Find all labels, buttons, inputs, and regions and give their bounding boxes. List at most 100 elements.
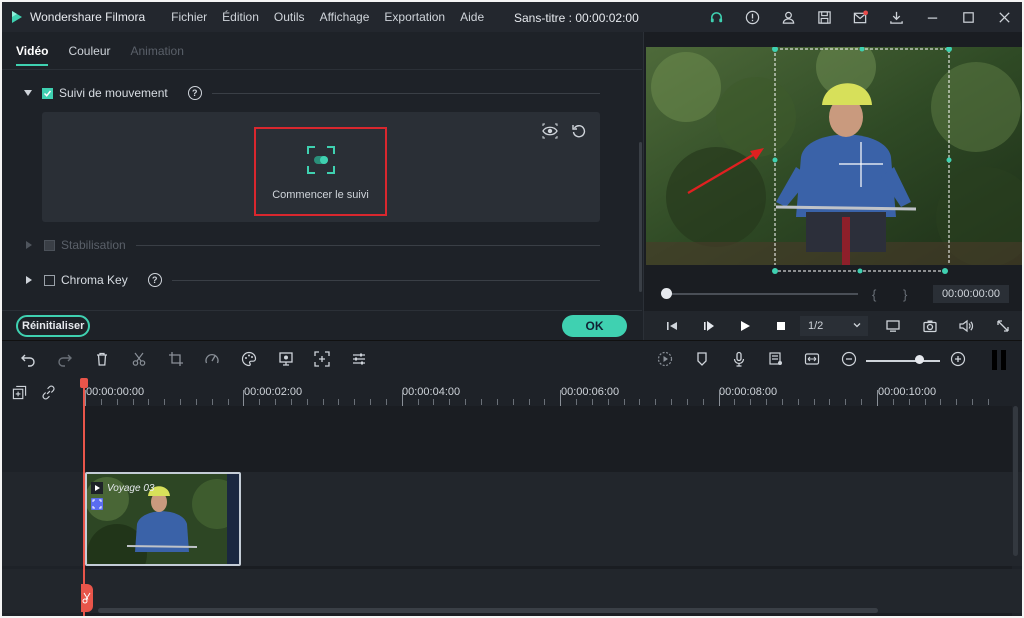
title-bar: Wondershare Filmora Fichier Édition Outi… xyxy=(2,2,1022,32)
playback-progress: { } 00:00:00:00 xyxy=(644,282,1022,304)
download-button[interactable] xyxy=(878,2,914,32)
cut-icon[interactable] xyxy=(131,351,147,367)
help-icon[interactable]: ? xyxy=(187,86,202,100)
motion-tracking-checkbox[interactable] xyxy=(42,87,53,99)
save-icon xyxy=(817,10,831,24)
ruler-minor-tick xyxy=(354,399,356,405)
video-preview[interactable] xyxy=(646,47,1022,265)
ok-button[interactable]: OK xyxy=(562,315,627,337)
play-icon[interactable] xyxy=(737,318,753,334)
audio-mixer-icon[interactable] xyxy=(768,351,784,367)
eye-icon[interactable] xyxy=(542,123,558,139)
display-settings-icon[interactable] xyxy=(885,318,901,334)
menu-edition[interactable]: Édition xyxy=(222,10,259,24)
info-button[interactable] xyxy=(734,2,770,32)
chroma-key-checkbox[interactable] xyxy=(44,274,55,286)
menu-fichier[interactable]: Fichier xyxy=(171,10,207,24)
fullscreen-icon[interactable] xyxy=(995,318,1011,334)
ruler-minor-tick xyxy=(259,399,261,405)
ruler-minor-tick xyxy=(655,399,657,405)
speed-icon[interactable] xyxy=(204,351,220,367)
add-track-icon[interactable] xyxy=(12,385,27,400)
clip-tracking-icon xyxy=(91,498,103,510)
mark-in-button[interactable]: { xyxy=(872,287,876,302)
link-icon[interactable] xyxy=(41,385,56,400)
ruler-minor-tick xyxy=(496,399,498,405)
adjust-icon[interactable] xyxy=(351,351,367,367)
ruler-minor-tick xyxy=(781,399,783,405)
menu-outils[interactable]: Outils xyxy=(274,10,305,24)
ruler-label: 00:00:02:00 xyxy=(244,386,303,398)
crop-icon[interactable] xyxy=(168,351,184,367)
previous-frame-icon[interactable] xyxy=(664,318,680,334)
seek-bar[interactable] xyxy=(666,293,858,295)
undo-icon[interactable] xyxy=(20,351,36,367)
reset-button[interactable]: Réinitialiser xyxy=(16,315,91,337)
ruler-minor-tick xyxy=(512,399,514,405)
chroma-key-section: Chroma Key ? xyxy=(24,272,600,288)
close-button[interactable] xyxy=(986,2,1022,32)
tab-video[interactable]: Vidéo xyxy=(16,36,49,66)
playhead-handle[interactable] xyxy=(80,378,88,388)
preview-ratio-select[interactable]: 1/2 xyxy=(800,316,868,336)
ruler-minor-tick xyxy=(306,399,308,405)
delete-icon[interactable] xyxy=(94,351,110,367)
ruler-label: 00:00:10:00 xyxy=(878,386,937,398)
play-frame-icon[interactable] xyxy=(701,318,717,334)
menu-aide[interactable]: Aide xyxy=(460,10,484,24)
divider xyxy=(135,244,600,246)
minimize-button[interactable] xyxy=(914,2,950,32)
mail-button[interactable] xyxy=(842,2,878,32)
pause-icon[interactable] xyxy=(992,350,1006,370)
mark-out-button[interactable]: } xyxy=(903,287,907,302)
menu-affichage[interactable]: Affichage xyxy=(320,10,370,24)
audio-track-row[interactable] xyxy=(2,569,1022,613)
zoom-slider[interactable] xyxy=(866,360,940,362)
stop-icon[interactable] xyxy=(773,318,789,334)
zoom-out-icon[interactable] xyxy=(841,351,857,367)
seek-handle[interactable] xyxy=(661,288,672,299)
reset-icon[interactable] xyxy=(571,123,587,139)
tracking-box-bottom[interactable] xyxy=(772,266,948,276)
collapse-arrow-icon[interactable] xyxy=(24,90,32,96)
playhead[interactable] xyxy=(83,378,85,616)
start-tracking-label: Commencer le suivi xyxy=(272,189,369,201)
headset-icon xyxy=(710,11,722,22)
ruler-label: 00:00:00:00 xyxy=(86,386,145,398)
marker-icon[interactable] xyxy=(694,351,710,367)
ruler-major-tick xyxy=(560,390,562,406)
expand-arrow-icon[interactable] xyxy=(26,276,32,284)
scrollbar[interactable] xyxy=(639,142,642,292)
volume-icon[interactable] xyxy=(958,318,974,334)
timeline-vertical-scrollbar[interactable] xyxy=(1013,406,1018,556)
redo-icon[interactable] xyxy=(57,351,73,367)
zoom-in-icon[interactable] xyxy=(950,351,966,367)
preview-panel: { } 00:00:00:00 1/2 xyxy=(643,32,1022,340)
tab-animation: Animation xyxy=(130,43,184,58)
menu-exportation[interactable]: Exportation xyxy=(384,10,445,24)
maximize-button[interactable] xyxy=(950,2,986,32)
snapshot-icon[interactable] xyxy=(922,318,938,334)
playback-controls: 1/2 xyxy=(644,311,1022,340)
green-screen-icon[interactable] xyxy=(278,351,294,367)
app-name: Wondershare Filmora xyxy=(30,10,146,24)
ruler-minor-tick xyxy=(338,399,340,405)
account-button[interactable] xyxy=(770,2,806,32)
start-tracking-button[interactable]: Commencer le suivi xyxy=(254,127,387,216)
playhead-split-handle[interactable] xyxy=(81,584,93,612)
render-icon[interactable] xyxy=(657,351,673,367)
time-ruler[interactable]: 00:00:00:00 00:00:02:00 00:00:04:00 00:0… xyxy=(82,376,1012,406)
headset-button[interactable] xyxy=(698,2,734,32)
ruler-minor-tick xyxy=(576,399,578,405)
video-clip[interactable]: Voyage 03 xyxy=(85,472,241,566)
microphone-icon[interactable] xyxy=(731,351,747,367)
fit-timeline-icon[interactable] xyxy=(804,351,820,367)
zoom-slider-handle[interactable] xyxy=(915,355,924,364)
ruler-minor-tick xyxy=(639,399,641,405)
save-button[interactable] xyxy=(806,2,842,32)
color-palette-icon[interactable] xyxy=(241,351,257,367)
motion-tracking-tool-icon[interactable] xyxy=(314,351,330,367)
help-icon[interactable]: ? xyxy=(147,273,162,287)
timeline-horizontal-scrollbar[interactable] xyxy=(98,608,878,613)
tab-couleur[interactable]: Couleur xyxy=(68,36,110,66)
